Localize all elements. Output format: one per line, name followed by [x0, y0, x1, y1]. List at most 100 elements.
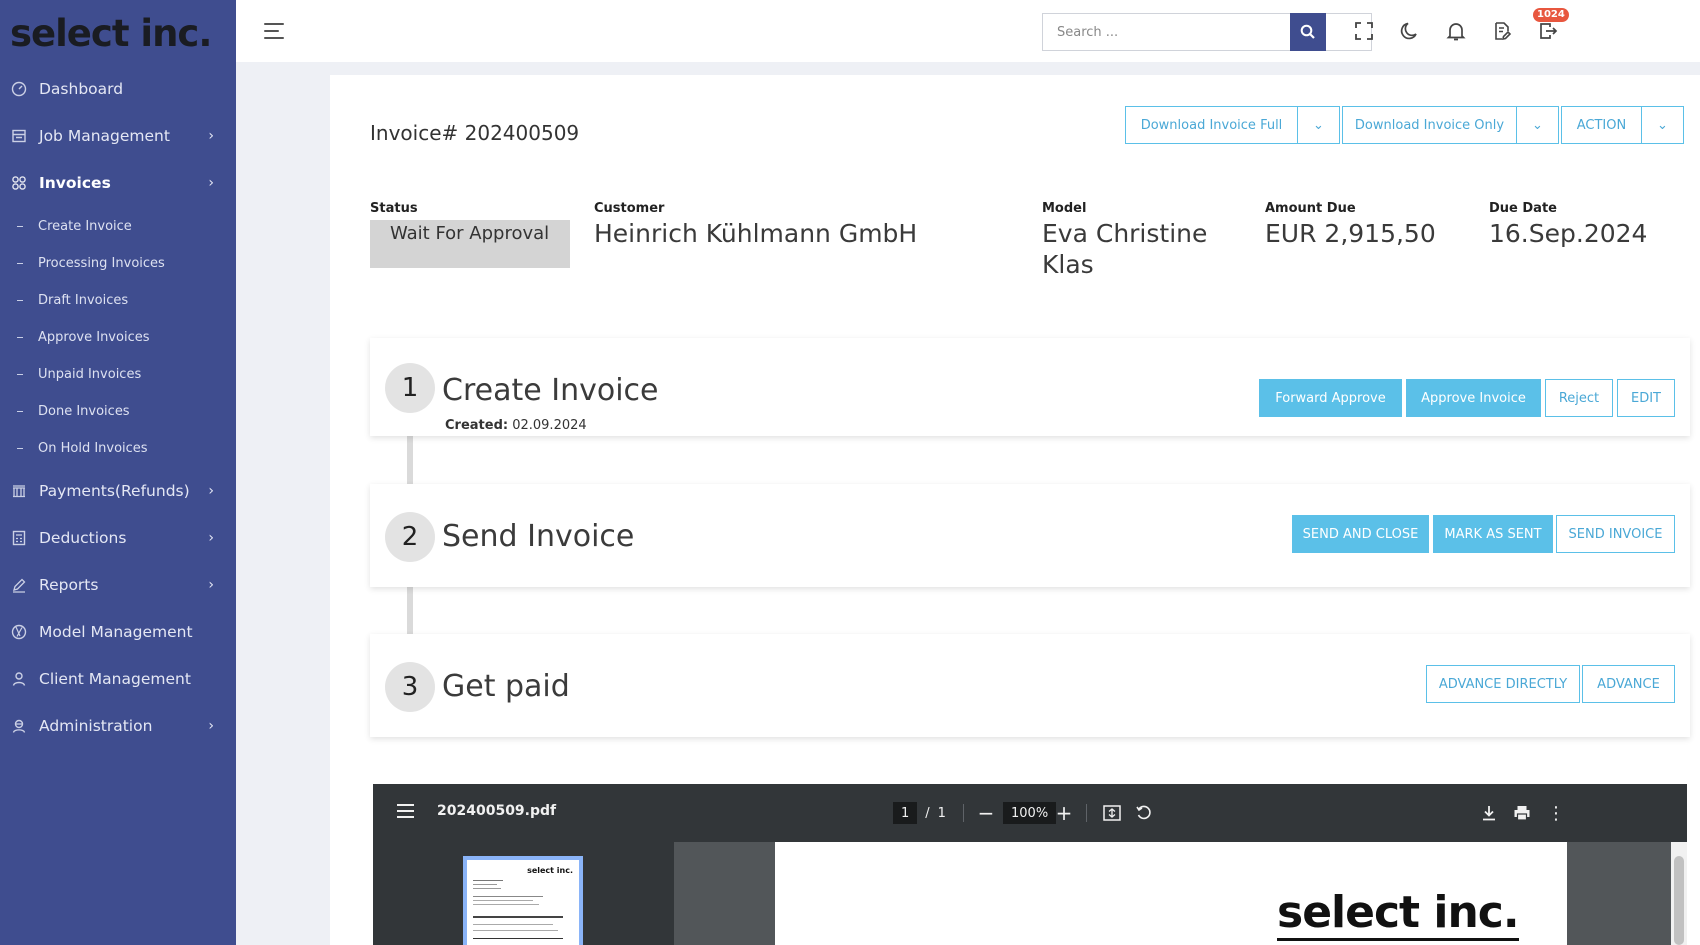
- gauge-icon: [11, 81, 27, 97]
- sidebar-item-reports[interactable]: Reports ›: [0, 565, 236, 605]
- menu-toggle-icon[interactable]: [264, 23, 284, 39]
- sidebar-item-label: Model Management: [39, 623, 193, 641]
- sidebar: select inc. Dashboard Job Management › I…: [0, 0, 236, 945]
- customer-label: Customer: [594, 201, 665, 216]
- sidebar-item-label: Invoices: [39, 174, 111, 192]
- edit-button[interactable]: EDIT: [1617, 379, 1675, 417]
- zoom-out-icon[interactable]: −: [975, 801, 997, 825]
- rotate-icon[interactable]: [1133, 802, 1155, 824]
- pdf-page: select inc.: [775, 842, 1567, 945]
- zoom-in-icon[interactable]: +: [1053, 801, 1075, 825]
- sidebar-subitem-label: Processing Invoices: [38, 255, 165, 271]
- chevron-down-icon: ⌄: [1657, 117, 1668, 133]
- pdf-total-pages: 1: [937, 805, 946, 821]
- logout-icon[interactable]: [1537, 20, 1559, 42]
- calculator-icon: [11, 530, 27, 546]
- sidebar-item-label: Payments(Refunds): [39, 482, 190, 500]
- step-number: 2: [385, 512, 435, 562]
- chevron-right-icon: ›: [208, 718, 214, 734]
- sidebar-item-label: Client Management: [39, 670, 191, 688]
- sidebar-item-administration[interactable]: Administration ›: [0, 706, 236, 746]
- sidebar-subitem-approve-invoices[interactable]: Approve Invoices: [0, 322, 236, 352]
- dash-icon: [17, 447, 23, 449]
- brand-logo[interactable]: select inc.: [0, 0, 236, 66]
- advance-button[interactable]: ADVANCE: [1582, 665, 1675, 703]
- pdf-toolbar: 202400509.pdf 1 / 1 − 100% + ⋮: [373, 784, 1687, 842]
- download-invoice-full-button[interactable]: Download Invoice Full: [1125, 106, 1298, 144]
- more-options-icon[interactable]: ⋮: [1545, 802, 1567, 824]
- mark-as-sent-button[interactable]: MARK AS SENT: [1433, 515, 1553, 553]
- pdf-page-nav: 1 / 1: [893, 802, 946, 824]
- step-number: 3: [385, 662, 435, 712]
- search-button[interactable]: [1290, 13, 1326, 51]
- reject-button[interactable]: Reject: [1545, 379, 1613, 417]
- sidebar-item-client-management[interactable]: Client Management: [0, 659, 236, 699]
- sidebar-subitem-on-hold-invoices[interactable]: On Hold Invoices: [0, 433, 236, 463]
- download-icon[interactable]: [1478, 802, 1500, 824]
- pdf-page-logo: select inc.: [1277, 888, 1520, 941]
- send-invoice-button[interactable]: SEND INVOICE: [1556, 515, 1675, 553]
- bell-icon[interactable]: [1445, 20, 1467, 42]
- admin-icon: [11, 718, 27, 734]
- dash-icon: [17, 262, 23, 264]
- step-title: Create Invoice: [442, 373, 659, 408]
- step-title: Send Invoice: [442, 519, 635, 554]
- aperture-icon: [11, 624, 27, 640]
- created-date: 02.09.2024: [512, 418, 587, 433]
- pdf-page-input[interactable]: 1: [893, 802, 918, 824]
- sidebar-item-label: Deductions: [39, 529, 127, 547]
- due-date-value: 16.Sep.2024: [1489, 219, 1648, 248]
- pen-icon: [11, 577, 27, 593]
- sidebar-subitem-label: Unpaid Invoices: [38, 366, 142, 382]
- approve-invoice-button[interactable]: Approve Invoice: [1406, 379, 1541, 417]
- download-full-dropdown-button[interactable]: ⌄: [1297, 106, 1340, 144]
- pdf-thumbnail-sidebar: select inc.: [373, 842, 674, 945]
- pdf-menu-icon[interactable]: [397, 804, 414, 818]
- sidebar-subitem-create-invoice[interactable]: Create Invoice: [0, 211, 236, 241]
- sidebar-subitem-unpaid-invoices[interactable]: Unpaid Invoices: [0, 359, 236, 389]
- pdf-page-thumbnail[interactable]: select inc.: [463, 856, 583, 945]
- pdf-zoom-field[interactable]: 100%: [1003, 802, 1057, 824]
- created-info: Created: 02.09.2024: [445, 418, 587, 433]
- inbox-icon: [11, 128, 27, 144]
- sidebar-subitem-processing-invoices[interactable]: Processing Invoices: [0, 248, 236, 278]
- print-icon[interactable]: [1511, 802, 1533, 824]
- fullscreen-icon[interactable]: [1353, 20, 1375, 42]
- chevron-right-icon: ›: [208, 577, 214, 593]
- pdf-scrollbar[interactable]: [1671, 842, 1687, 945]
- dash-icon: [17, 225, 23, 227]
- model-value: Eva Christine Klas: [1042, 218, 1207, 280]
- sidebar-item-invoices[interactable]: Invoices ›: [0, 163, 236, 203]
- fit-page-icon[interactable]: [1101, 802, 1123, 824]
- download-only-dropdown-button[interactable]: ⌄: [1516, 106, 1559, 144]
- moon-icon[interactable]: [1399, 20, 1421, 42]
- pdf-zoom-value[interactable]: 100%: [1003, 802, 1057, 824]
- step-create-invoice: 1 Create Invoice Created: 02.09.2024 For…: [370, 338, 1690, 436]
- sidebar-subitem-done-invoices[interactable]: Done Invoices: [0, 396, 236, 426]
- sidebar-item-model-management[interactable]: Model Management: [0, 612, 236, 652]
- amount-due-value: EUR 2,915,50: [1265, 219, 1436, 248]
- sidebar-item-deductions[interactable]: Deductions ›: [0, 518, 236, 558]
- action-button[interactable]: ACTION: [1561, 106, 1642, 144]
- sidebar-item-job-management[interactable]: Job Management ›: [0, 116, 236, 156]
- status-badge: Wait For Approval: [370, 220, 570, 268]
- advance-directly-button[interactable]: ADVANCE DIRECTLY: [1426, 665, 1580, 703]
- sidebar-subitem-label: Create Invoice: [38, 218, 132, 234]
- user-icon: [11, 671, 27, 687]
- sidebar-item-label: Administration: [39, 717, 153, 735]
- forward-approve-button[interactable]: Forward Approve: [1259, 379, 1402, 417]
- sidebar-item-dashboard[interactable]: Dashboard: [0, 69, 236, 109]
- dash-icon: [17, 299, 23, 301]
- document-edit-icon[interactable]: [1491, 20, 1513, 42]
- due-date-label: Due Date: [1489, 201, 1557, 216]
- model-value-line: Eva Christine: [1042, 219, 1208, 248]
- download-invoice-only-button[interactable]: Download Invoice Only: [1342, 106, 1517, 144]
- pdf-viewer: 202400509.pdf 1 / 1 − 100% + ⋮ select in…: [373, 784, 1687, 945]
- model-value-line: Klas: [1042, 250, 1094, 279]
- sidebar-item-payments[interactable]: Payments(Refunds) ›: [0, 471, 236, 511]
- pdf-scrollbar-thumb[interactable]: [1674, 856, 1684, 945]
- chevron-right-icon: ›: [208, 175, 214, 191]
- send-and-close-button[interactable]: SEND AND CLOSE: [1292, 515, 1429, 553]
- sidebar-subitem-draft-invoices[interactable]: Draft Invoices: [0, 285, 236, 315]
- action-dropdown-button[interactable]: ⌄: [1641, 106, 1684, 144]
